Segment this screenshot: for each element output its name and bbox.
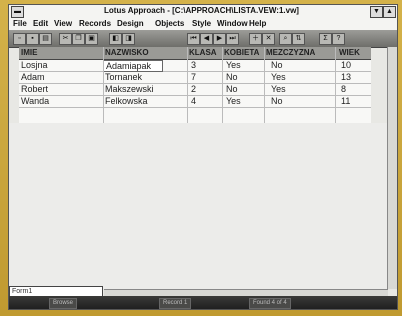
delete-record-icon[interactable]: ✕ — [262, 33, 275, 45]
copy-icon[interactable]: ❐ — [72, 33, 85, 45]
col-header-mezczyzna[interactable]: MEZCZYZNA — [266, 47, 326, 58]
cut-icon[interactable]: ✂ — [59, 33, 72, 45]
sort-icon[interactable]: ⇅ — [292, 33, 305, 45]
cell-wiek[interactable]: 10 — [341, 60, 371, 71]
cell-mezczyzna[interactable]: No — [271, 60, 301, 71]
table-row[interactable]: Adam Tornanek 7 No Yes 13 — [19, 72, 371, 84]
cell-kobieta[interactable]: No — [226, 84, 256, 95]
col-header-imie[interactable]: IMIE — [21, 47, 101, 58]
menu-window[interactable]: Window — [217, 19, 248, 28]
cell-nazwisko[interactable]: Tornanek — [105, 72, 185, 83]
app-window: ▬ Lotus Approach - [C:\APPROACH\LISTA.VE… — [8, 4, 398, 310]
cell-wiek[interactable]: 11 — [341, 96, 371, 107]
status-bar: Browse Record 1 Found 4 of 4 — [9, 296, 397, 309]
table-row[interactable]: Robert Makszewski 2 No Yes 8 — [19, 84, 371, 96]
cell-mezczyzna[interactable]: No — [271, 96, 301, 107]
design-icon[interactable]: ◨ — [122, 33, 135, 45]
worksheet-grid: IMIE NAZWISKO KLASA KOBIETA MEZCZYZNA WI… — [19, 47, 371, 123]
help-icon[interactable]: ? — [332, 33, 345, 45]
cell-imie[interactable]: Robert — [21, 84, 101, 95]
status-record[interactable]: Record 1 — [159, 298, 192, 309]
print-icon[interactable]: ▤ — [39, 33, 52, 45]
vertical-scrollbar[interactable] — [387, 47, 397, 289]
menu-view[interactable]: View — [54, 19, 72, 28]
cell-imie[interactable]: Losjna — [21, 60, 101, 71]
status-found[interactable]: Found 4 of 4 — [249, 298, 291, 309]
first-record-icon[interactable]: ⏮ — [187, 33, 200, 45]
col-header-wiek[interactable]: WIEK — [339, 47, 369, 58]
header-row: IMIE NAZWISKO KLASA KOBIETA MEZCZYZNA WI… — [19, 47, 371, 60]
menu-help[interactable]: Help — [249, 19, 266, 28]
cell-kobieta[interactable]: No — [226, 72, 256, 83]
cell-nazwisko[interactable]: Makszewski — [105, 84, 185, 95]
cell-kobieta[interactable]: Yes — [226, 60, 256, 71]
cell-nazwisko-selected[interactable]: Adamiapak — [103, 60, 163, 72]
table-row[interactable]: Wanda Felkowska 4 Yes No 11 — [19, 96, 371, 108]
title-bar: ▬ Lotus Approach - [C:\APPROACH\LISTA.VE… — [9, 5, 397, 19]
menu-records[interactable]: Records — [79, 19, 111, 28]
cell-kobieta[interactable]: Yes — [226, 96, 256, 107]
window-title: Lotus Approach - [C:\APPROACH\LISTA.VEW:… — [104, 6, 299, 15]
open-icon[interactable]: ▫ — [13, 33, 26, 45]
save-icon[interactable]: ▪ — [26, 33, 39, 45]
cell-imie[interactable]: Adam — [21, 72, 101, 83]
table-row[interactable]: Losjna Adamiapak 3 Yes No 10 — [19, 60, 371, 72]
maximize-button[interactable]: ▲ — [383, 6, 396, 18]
column-divider — [103, 47, 104, 123]
browse-icon[interactable]: ◧ — [109, 33, 122, 45]
toolbar: ▫ ▪ ▤ ✂ ❐ ▣ ◧ ◨ ⏮ ◀ ▶ ⏭ ＋ ✕ ⌕ ⇅ Σ ? — [9, 30, 397, 48]
column-divider — [222, 47, 223, 123]
cell-klasa[interactable]: 4 — [191, 96, 221, 107]
next-record-icon[interactable]: ▶ — [213, 33, 226, 45]
menu-file[interactable]: File — [13, 19, 27, 28]
sum-icon[interactable]: Σ — [319, 33, 332, 45]
column-divider — [264, 47, 265, 123]
new-record-icon[interactable]: ＋ — [249, 33, 262, 45]
menu-style[interactable]: Style — [192, 19, 211, 28]
column-divider — [335, 47, 336, 123]
col-header-nazwisko[interactable]: NAZWISKO — [105, 47, 185, 58]
cell-klasa[interactable]: 7 — [191, 72, 221, 83]
cell-klasa[interactable]: 2 — [191, 84, 221, 95]
menu-objects[interactable]: Objects — [155, 19, 184, 28]
cell-klasa[interactable]: 3 — [191, 60, 221, 71]
last-record-icon[interactable]: ⏭ — [226, 33, 239, 45]
prev-record-icon[interactable]: ◀ — [200, 33, 213, 45]
system-menu-button[interactable]: ▬ — [11, 6, 24, 18]
col-header-klasa[interactable]: KLASA — [189, 47, 221, 58]
find-icon[interactable]: ⌕ — [279, 33, 292, 45]
column-divider — [187, 47, 188, 123]
cell-nazwisko[interactable]: Felkowska — [105, 96, 185, 107]
col-header-kobieta[interactable]: KOBIETA — [224, 47, 264, 58]
cell-mezczyzna[interactable]: Yes — [271, 84, 301, 95]
minimize-button[interactable]: ▼ — [370, 6, 383, 18]
cell-wiek[interactable]: 13 — [341, 72, 371, 83]
cell-mezczyzna[interactable]: Yes — [271, 72, 301, 83]
cell-imie[interactable]: Wanda — [21, 96, 101, 107]
menu-design[interactable]: Design — [117, 19, 144, 28]
status-mode[interactable]: Browse — [49, 298, 78, 309]
cell-wiek[interactable]: 8 — [341, 84, 371, 95]
paste-icon[interactable]: ▣ — [85, 33, 98, 45]
empty-workspace — [9, 123, 397, 289]
menu-edit[interactable]: Edit — [33, 19, 48, 28]
